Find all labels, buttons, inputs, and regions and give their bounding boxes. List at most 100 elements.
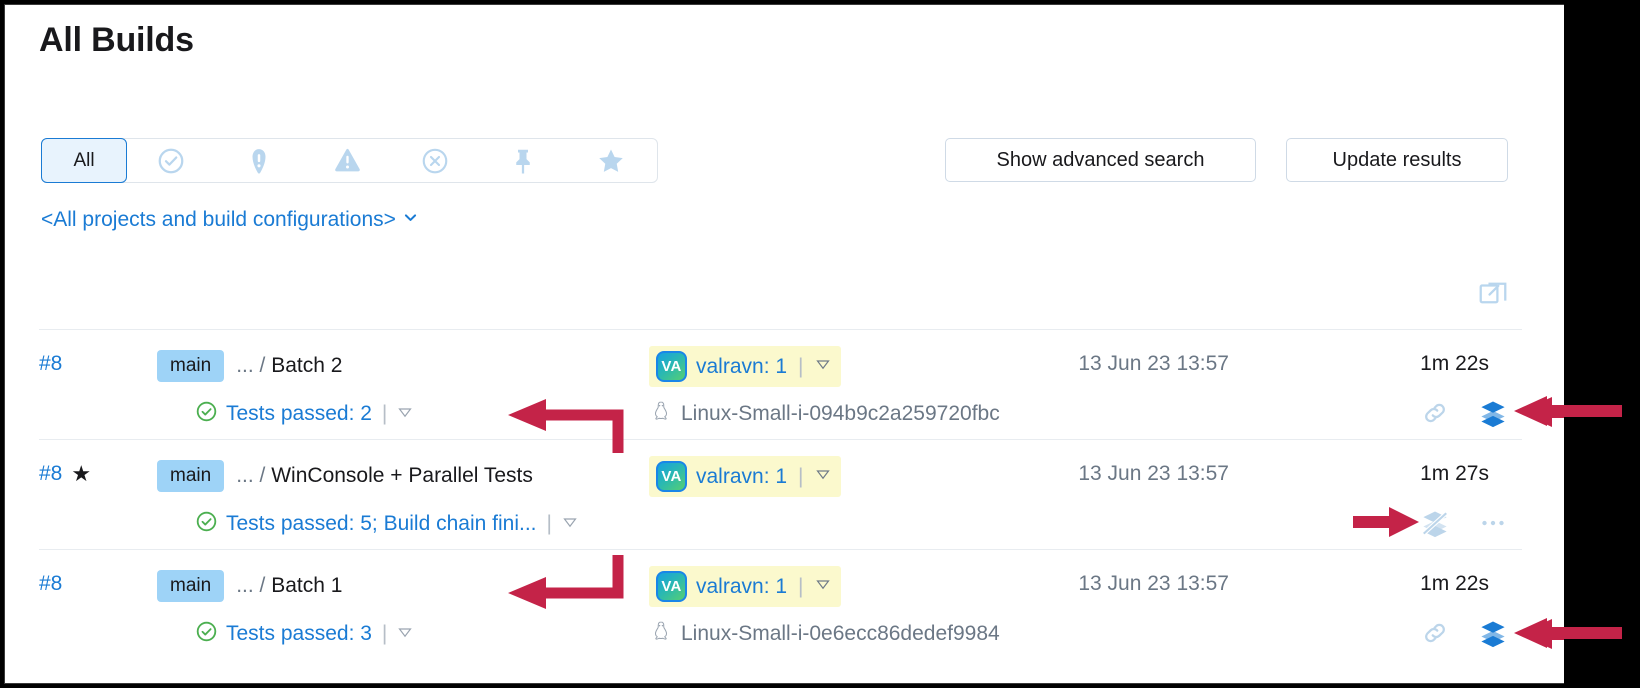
agent-name: valravn: 1 (696, 464, 788, 488)
build-path-prefix: ... (236, 354, 254, 377)
build-status-cell[interactable]: Tests passed: 3 | (195, 620, 413, 648)
cancelled-circle-icon (420, 146, 450, 176)
filter-success-button[interactable] (127, 139, 215, 182)
warning-triangle-icon (332, 145, 363, 176)
status-divider: | (546, 512, 552, 535)
agent-host-name: Linux-Small-i-0e6ecc86dedef9984 (681, 621, 1000, 645)
build-chain-stack-crossed-icon[interactable] (1406, 508, 1464, 538)
teamcity-all-builds-page: All Builds All <All projects and build c… (4, 4, 1564, 684)
chain-link-icon[interactable] (1406, 398, 1464, 428)
build-finish-time: 13 Jun 23 13:57 (1078, 572, 1229, 595)
update-results-button[interactable]: Update results (1286, 138, 1508, 182)
success-check-circle-icon (195, 400, 218, 428)
agent-pill[interactable]: VA valravn: 1 | (649, 456, 841, 497)
filter-cancelled-button[interactable] (391, 139, 479, 182)
pin-icon (508, 146, 538, 176)
build-number[interactable]: #8 (39, 352, 62, 376)
agent-cell[interactable]: VA valravn: 1 | (649, 566, 841, 607)
triangle-down-icon[interactable] (815, 576, 831, 597)
agent-name: valravn: 1 (696, 574, 788, 598)
success-check-circle-icon (195, 620, 218, 648)
build-path[interactable]: ... / Batch 1 (236, 574, 342, 598)
avatar: VA (656, 461, 687, 492)
row-actions[interactable] (1406, 398, 1522, 428)
build-number[interactable]: #8 ★ (39, 462, 91, 486)
star-icon[interactable]: ★ (71, 463, 91, 485)
star-icon (595, 145, 627, 177)
build-number-label: #8 (39, 352, 63, 375)
linux-penguin-icon (651, 400, 671, 427)
build-number-label: #8 (39, 462, 63, 485)
table-row[interactable]: #8 main ... / Batch 2 Tests passed: 2 | (39, 329, 1522, 439)
build-duration: 1m 27s (1420, 462, 1489, 485)
table-row[interactable]: #8 ★ main ... / WinConsole + Parallel Te… (39, 439, 1522, 549)
avatar: VA (656, 351, 687, 382)
error-exclamation-icon (244, 146, 274, 176)
build-path-separator: / (259, 574, 266, 597)
arrow-to-stack-icon-row3 (1519, 619, 1564, 649)
build-duration: 1m 22s (1420, 352, 1489, 375)
build-name-cell: main ... / Batch 2 (157, 350, 342, 382)
filter-all-button[interactable]: All (41, 138, 127, 183)
row-actions[interactable] (1406, 618, 1522, 648)
build-status-text: Tests passed: 3 (226, 622, 372, 645)
open-in-new-window-icon[interactable] (1477, 277, 1509, 314)
agent-cell[interactable]: VA valravn: 1 | (649, 456, 841, 497)
more-options-icon[interactable] (1464, 508, 1522, 538)
build-name-cell: main ... / WinConsole + Parallel Tests (157, 460, 533, 492)
build-path[interactable]: ... / Batch 2 (236, 354, 342, 378)
builds-table: #8 main ... / Batch 2 Tests passed: 2 | (39, 329, 1522, 661)
screenshot-root: All Builds All <All projects and build c… (0, 0, 1640, 688)
show-advanced-search-label: Show advanced search (996, 148, 1205, 171)
filter-warning-button[interactable] (303, 139, 391, 182)
update-results-label: Update results (1332, 148, 1462, 171)
triangle-down-icon[interactable] (815, 466, 831, 487)
branch-chip[interactable]: main (157, 570, 225, 602)
chevron-down-icon (402, 208, 419, 232)
filter-failure-button[interactable] (215, 139, 303, 182)
project-selector-label: <All projects and build configurations> (41, 208, 396, 231)
branch-chip[interactable]: main (157, 460, 225, 492)
chain-link-icon[interactable] (1406, 618, 1464, 648)
build-path[interactable]: ... / WinConsole + Parallel Tests (236, 464, 533, 488)
success-circle-icon (156, 146, 186, 176)
agent-host-cell: Linux-Small-i-0e6ecc86dedef9984 (651, 620, 1000, 647)
agent-pill[interactable]: VA valravn: 1 | (649, 566, 841, 607)
agent-host-cell: Linux-Small-i-094b9c2a259720fbc (651, 400, 1000, 427)
project-selector[interactable]: <All projects and build configurations> (41, 208, 419, 232)
agent-name: valravn: 1 (696, 354, 788, 378)
build-status-cell[interactable]: Tests passed: 5; Build chain fini... | (195, 510, 578, 538)
build-config-name: Batch 1 (271, 574, 343, 597)
linux-penguin-icon (651, 620, 671, 647)
triangle-down-icon[interactable] (397, 624, 413, 645)
build-path-separator: / (259, 464, 266, 487)
build-status-text: Tests passed: 2 (226, 402, 372, 425)
build-config-name: Batch 2 (271, 354, 343, 377)
filter-all-label: All (73, 149, 95, 171)
show-advanced-search-button[interactable]: Show advanced search (945, 138, 1256, 182)
avatar: VA (656, 571, 687, 602)
arrow-to-stack-icon-row1 (1519, 397, 1564, 427)
branch-chip[interactable]: main (157, 350, 225, 382)
table-row[interactable]: #8 main ... / Batch 1 Tests passed: 3 | (39, 549, 1522, 661)
build-chain-stack-icon[interactable] (1464, 618, 1522, 648)
status-divider: | (381, 402, 388, 425)
build-status-cell[interactable]: Tests passed: 2 | (195, 400, 413, 428)
status-filter-bar[interactable]: All (41, 138, 658, 183)
filter-starred-button[interactable] (567, 139, 655, 182)
row-actions[interactable] (1406, 508, 1522, 538)
agent-cell[interactable]: VA valravn: 1 | (649, 346, 841, 387)
agent-pill[interactable]: VA valravn: 1 | (649, 346, 841, 387)
triangle-down-icon[interactable] (562, 514, 578, 535)
build-finish-time: 13 Jun 23 13:57 (1078, 462, 1229, 485)
triangle-down-icon[interactable] (815, 356, 831, 377)
filter-pinned-button[interactable] (479, 139, 567, 182)
agent-divider: | (798, 574, 804, 598)
build-number[interactable]: #8 (39, 572, 62, 596)
build-number-label: #8 (39, 572, 63, 595)
build-path-prefix: ... (236, 464, 254, 487)
build-chain-stack-icon[interactable] (1464, 398, 1522, 428)
agent-host-name: Linux-Small-i-094b9c2a259720fbc (681, 401, 1000, 425)
success-check-circle-icon (195, 510, 218, 538)
triangle-down-icon[interactable] (397, 404, 413, 425)
